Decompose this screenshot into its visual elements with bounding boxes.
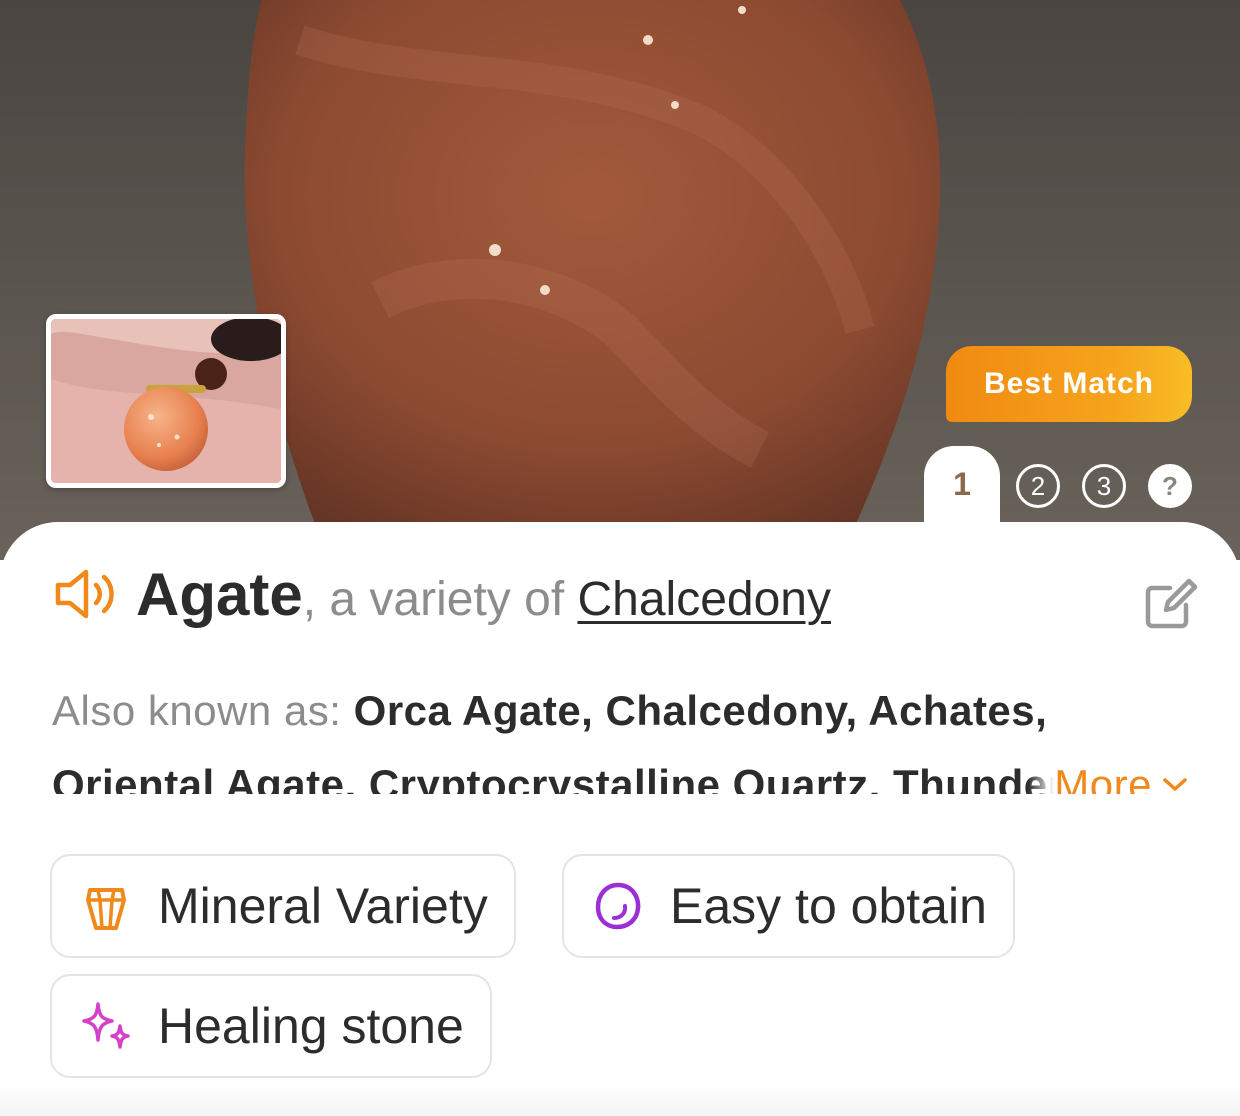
more-button[interactable]: More: [1028, 748, 1188, 794]
tag-label: Easy to obtain: [670, 878, 987, 934]
result-card: Agate, a variety of Chalcedony Also know…: [0, 522, 1240, 1116]
best-match-badge: Best Match: [946, 346, 1192, 422]
parent-mineral-link[interactable]: Chalcedony: [577, 573, 831, 626]
aka-label: Also known as:: [52, 687, 354, 734]
speaker-icon[interactable]: [52, 566, 120, 622]
more-label: More: [1054, 761, 1152, 794]
chevron-down-icon: [1163, 778, 1187, 791]
tag-healing-stone[interactable]: Healing stone: [50, 974, 492, 1078]
tab-result-unknown[interactable]: ?: [1148, 464, 1192, 508]
tag-easy-to-obtain[interactable]: Easy to obtain: [562, 854, 1015, 958]
tab-result-2[interactable]: 2: [1016, 464, 1060, 508]
stone-icon: [595, 882, 641, 930]
tab-result-3[interactable]: 3: [1082, 464, 1126, 508]
also-known-as: Also known as: Orca Agate, Chalcedony, A…: [52, 674, 1188, 794]
sparkle-icon: [82, 1002, 130, 1049]
mineral-name: Agate: [136, 561, 303, 628]
tag-mineral-variety[interactable]: Mineral Variety: [50, 854, 516, 958]
tag-label: Healing stone: [158, 998, 464, 1054]
gem-icon: [86, 888, 126, 930]
result-title: Agate, a variety of Chalcedony: [136, 560, 831, 629]
bottom-divider: [0, 1086, 1240, 1116]
result-title-row: Agate, a variety of Chalcedony: [52, 554, 1198, 644]
tag-label: Mineral Variety: [158, 878, 488, 934]
edit-icon[interactable]: [1142, 574, 1202, 634]
variety-of-text: , a variety of: [302, 573, 578, 626]
